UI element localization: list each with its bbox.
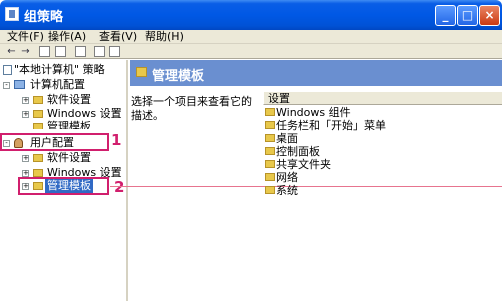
expand-icon[interactable]: + <box>22 170 29 177</box>
annotation-line <box>110 186 502 187</box>
expand-icon[interactable]: + <box>22 155 29 162</box>
menu-action[interactable]: 操作(A) <box>48 30 86 44</box>
expand-icon[interactable]: + <box>22 111 29 118</box>
toolbar: ← → <box>0 44 502 59</box>
details-title: 管理模板 <box>152 69 205 84</box>
folder-icon <box>265 173 275 181</box>
export-list-icon[interactable] <box>75 46 86 57</box>
tree-computer-label: 计算机配置 <box>30 78 85 91</box>
computer-icon <box>14 80 25 89</box>
forward-icon[interactable]: → <box>20 46 31 57</box>
folder-icon <box>265 160 275 168</box>
menu-help[interactable]: 帮助(H) <box>145 30 184 44</box>
annotation-number-1: 1 <box>111 131 122 149</box>
menu-view[interactable]: 查看(V) <box>99 30 137 44</box>
annotation-number-2: 2 <box>114 178 125 196</box>
tree-computer-config[interactable]: - 计算机配置 <box>0 78 126 92</box>
collapse-icon[interactable]: - <box>3 82 10 89</box>
window-title: 组策略 <box>24 10 64 25</box>
list-item-label: 网络 <box>276 171 298 184</box>
help-icon[interactable] <box>94 46 105 57</box>
folder-icon <box>33 123 43 129</box>
show-tree-icon[interactable] <box>55 46 66 57</box>
minimize-button[interactable]: _ <box>435 5 456 26</box>
list-item-label: 系统 <box>276 184 298 197</box>
app-icon <box>5 7 19 21</box>
properties-icon[interactable] <box>109 46 120 57</box>
list-item-label: 任务栏和「开始」菜单 <box>276 119 386 132</box>
back-icon[interactable]: ← <box>6 46 17 57</box>
folder-icon <box>265 108 275 116</box>
tree-item-label: Windows 设置 <box>47 107 122 120</box>
tree-root[interactable]: "本地计算机" 策略 <box>0 63 126 77</box>
list-item-label: 共享文件夹 <box>276 158 331 171</box>
tree-user-software[interactable]: + 软件设置 <box>0 151 126 165</box>
list-item-label: 控制面板 <box>276 145 320 158</box>
column-header-label: 设置 <box>268 92 290 105</box>
expand-icon[interactable]: + <box>22 97 29 104</box>
folder-icon <box>33 154 43 162</box>
list-item-label: 桌面 <box>276 132 298 145</box>
tree-computer-software[interactable]: + 软件设置 <box>0 93 126 107</box>
menu-file[interactable]: 文件(F) <box>7 30 44 44</box>
policy-icon <box>3 65 12 75</box>
folder-icon <box>136 67 147 77</box>
annotation-box-1 <box>0 133 109 151</box>
tree-item-label: 软件设置 <box>47 93 91 106</box>
folder-icon <box>33 110 43 118</box>
folder-icon <box>33 169 43 177</box>
folder-icon <box>265 134 275 142</box>
menu-bar: 文件(F) 操作(A) 查看(V) 帮助(H) <box>0 30 502 44</box>
maximize-button[interactable]: □ <box>457 5 478 26</box>
folder-icon <box>265 147 275 155</box>
column-header-setting[interactable]: 设置 <box>263 92 502 105</box>
up-folder-icon[interactable] <box>39 46 50 57</box>
tree-item-label: 管理模板 <box>47 120 91 129</box>
description-text: 选择一个项目来查看它的描述。 <box>131 95 252 122</box>
details-header: 管理模板 <box>130 60 502 86</box>
tree-item-label: 软件设置 <box>47 151 91 164</box>
tree-computer-windows[interactable]: + Windows 设置 <box>0 107 126 121</box>
close-button[interactable]: × <box>479 5 500 26</box>
title-bar: 组策略 _ □ × <box>0 0 502 30</box>
folder-icon <box>33 96 43 104</box>
list-item-label: Windows 组件 <box>276 106 351 119</box>
annotation-box-2 <box>18 177 109 195</box>
tree-root-label: "本地计算机" 策略 <box>14 63 105 76</box>
folder-icon <box>265 186 275 194</box>
folder-icon <box>265 121 275 129</box>
tree-computer-admin[interactable]: 管理模板 <box>0 120 126 129</box>
